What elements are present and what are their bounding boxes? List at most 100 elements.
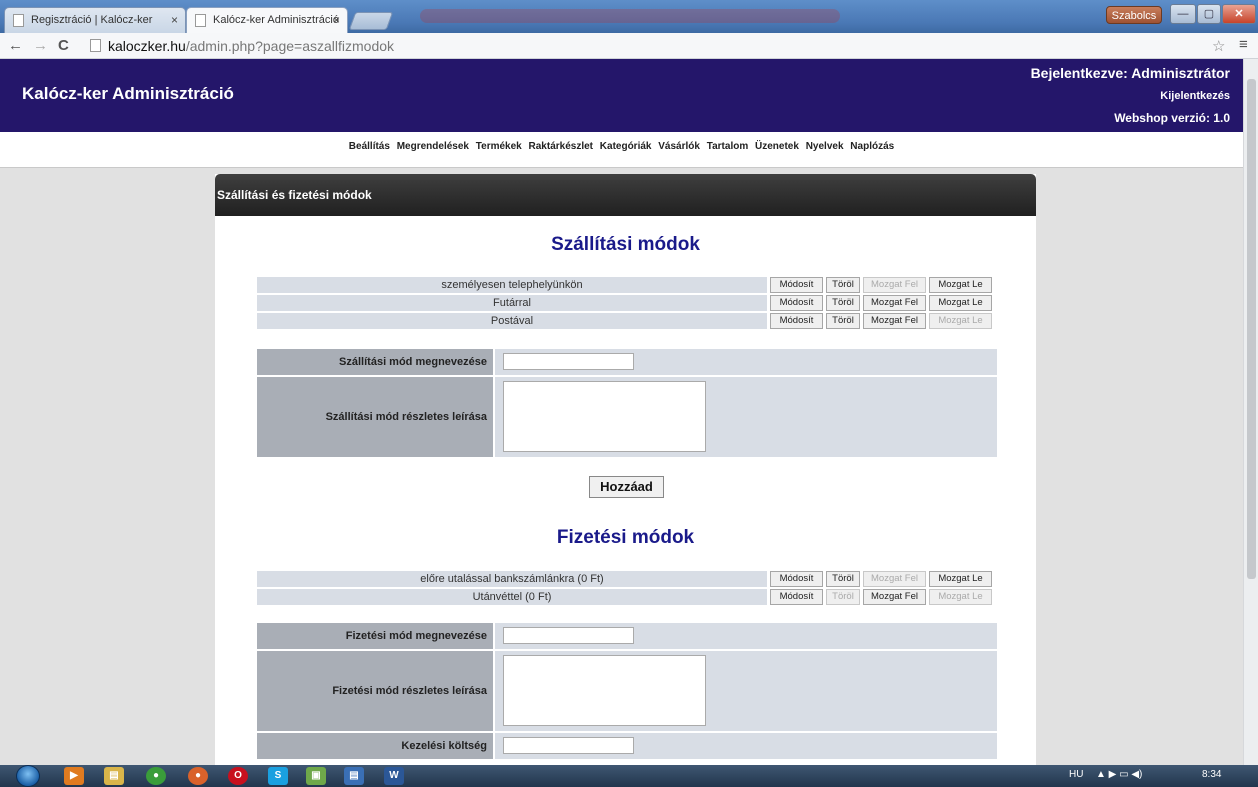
payment-method-name: előre utalással bankszámlánkra (0 Ft) bbox=[257, 571, 767, 587]
payment-fee-row: Kezelési költség bbox=[257, 733, 997, 759]
move-down-button[interactable]: Mozgat Le bbox=[929, 277, 992, 293]
page-icon bbox=[13, 14, 24, 27]
close-icon[interactable]: × bbox=[171, 13, 178, 27]
app-icon[interactable]: ▣ bbox=[306, 767, 326, 785]
add-shipping-button[interactable]: Hozzáad bbox=[589, 476, 664, 498]
tray-icons[interactable]: ▲ ▶ ▭ ◀) bbox=[1096, 769, 1142, 780]
main-nav: Beállítás Megrendelések Termékek Raktárk… bbox=[0, 141, 1243, 152]
nav-item-languages[interactable]: Nyelvek bbox=[806, 141, 844, 152]
bookmark-star-icon[interactable]: ☆ bbox=[1212, 37, 1225, 55]
shipping-form: Szállítási mód megnevezése Szállítási mó… bbox=[257, 349, 997, 457]
skype-icon[interactable]: S bbox=[268, 767, 288, 785]
shipping-desc-textarea[interactable] bbox=[503, 381, 706, 452]
move-up-button[interactable]: Mozgat Fel bbox=[863, 277, 926, 293]
forward-icon[interactable]: → bbox=[33, 37, 48, 54]
address-bar-row: ← → C kaloczker.hu/admin.php?page=aszall… bbox=[0, 33, 1258, 59]
payment-desc-textarea[interactable] bbox=[503, 655, 706, 726]
language-indicator[interactable]: HU bbox=[1069, 769, 1083, 780]
url-path: /admin.php?page=aszallfizmodok bbox=[185, 38, 395, 54]
move-up-button[interactable]: Mozgat Fel bbox=[863, 589, 926, 605]
word-icon[interactable]: W bbox=[384, 767, 404, 785]
firefox-icon[interactable]: ● bbox=[188, 767, 208, 785]
window-title-blurred bbox=[420, 9, 840, 23]
move-down-button[interactable]: Mozgat Le bbox=[929, 295, 992, 311]
shipping-name-row: Szállítási mód megnevezése bbox=[257, 349, 997, 375]
move-down-button[interactable]: Mozgat Le bbox=[929, 313, 992, 329]
reload-icon[interactable]: C bbox=[58, 37, 69, 54]
shipping-method-name: Futárral bbox=[257, 295, 767, 311]
edit-button[interactable]: Módosít bbox=[770, 277, 823, 293]
maximize-button[interactable]: ▢ bbox=[1197, 4, 1221, 24]
nav-item-logging[interactable]: Naplózás bbox=[850, 141, 894, 152]
edit-button[interactable]: Módosít bbox=[770, 313, 823, 329]
tab-admin[interactable]: Kalócz-ker Adminisztráció × bbox=[186, 7, 348, 33]
move-down-button[interactable]: Mozgat Le bbox=[929, 589, 992, 605]
close-window-button[interactable]: ✕ bbox=[1222, 4, 1256, 24]
payment-form: Fizetési mód megnevezése Fizetési mód ré… bbox=[257, 623, 997, 763]
payment-fee-cell bbox=[495, 733, 997, 759]
nav-item-settings[interactable]: Beállítás bbox=[349, 141, 390, 152]
move-up-button[interactable]: Mozgat Fel bbox=[863, 571, 926, 587]
opera-icon[interactable]: O bbox=[228, 767, 248, 785]
payment-fee-input[interactable] bbox=[503, 737, 634, 754]
save-app-icon[interactable]: ▤ bbox=[344, 767, 364, 785]
logout-link[interactable]: Kijelentkezés bbox=[1160, 90, 1230, 102]
nav-item-orders[interactable]: Megrendelések bbox=[397, 141, 469, 152]
tab-registration[interactable]: Regisztráció | Kalócz-ker × bbox=[4, 7, 186, 33]
move-up-button[interactable]: Mozgat Fel bbox=[863, 295, 926, 311]
edit-button[interactable]: Módosít bbox=[770, 295, 823, 311]
close-icon[interactable]: × bbox=[333, 13, 340, 27]
login-status: Bejelentkezve: Adminisztrátor bbox=[1030, 65, 1230, 81]
page-icon bbox=[195, 14, 206, 27]
shipping-row: Postával Módosít Töröl Mozgat Fel Mozgat… bbox=[257, 313, 997, 329]
payment-name-input[interactable] bbox=[503, 627, 634, 644]
shipping-name-input[interactable] bbox=[503, 353, 634, 370]
nav-item-messages[interactable]: Üzenetek bbox=[755, 141, 799, 152]
nav-item-stock[interactable]: Raktárkészlet bbox=[529, 141, 593, 152]
move-up-button[interactable]: Mozgat Fel bbox=[863, 313, 926, 329]
new-tab-button[interactable] bbox=[348, 12, 394, 30]
shipping-desc-cell bbox=[495, 377, 997, 457]
payment-desc-label: Fizetési mód részletes leírása bbox=[257, 651, 493, 731]
delete-button[interactable]: Töröl bbox=[826, 589, 860, 605]
delete-button[interactable]: Töröl bbox=[826, 313, 860, 329]
shipping-name-label: Szállítási mód megnevezése bbox=[257, 349, 493, 375]
clock[interactable]: 8:34 bbox=[1202, 769, 1221, 780]
nav-item-categories[interactable]: Kategóriák bbox=[600, 141, 652, 152]
edit-button[interactable]: Módosít bbox=[770, 589, 823, 605]
shipping-desc-label: Szállítási mód részletes leírása bbox=[257, 377, 493, 457]
shipping-method-name: személyesen telephelyünkön bbox=[257, 277, 767, 293]
delete-button[interactable]: Töröl bbox=[826, 277, 860, 293]
move-down-button[interactable]: Mozgat Le bbox=[929, 571, 992, 587]
site-title: Kalócz-ker Adminisztráció bbox=[22, 84, 234, 103]
url-host: kaloczker.hu bbox=[108, 38, 186, 54]
menu-icon[interactable]: ≡ bbox=[1239, 36, 1248, 53]
windows-taskbar: ▶ ▤ ● ● O S ▣ ▤ W HU ▲ ▶ ▭ ◀) 8:34 bbox=[0, 765, 1258, 787]
nav-item-products[interactable]: Termékek bbox=[476, 141, 522, 152]
page-icon bbox=[90, 39, 101, 52]
page-scrollbar[interactable] bbox=[1243, 59, 1258, 765]
delete-button[interactable]: Töröl bbox=[826, 295, 860, 311]
browser-tabbar: Regisztráció | Kalócz-ker × Kalócz-ker A… bbox=[0, 0, 1258, 33]
chrome-icon[interactable]: ● bbox=[146, 767, 166, 785]
back-icon[interactable]: ← bbox=[8, 37, 23, 54]
methods-panel: Szállítási és fizetési módok Szállítási … bbox=[215, 174, 1036, 765]
delete-button[interactable]: Töröl bbox=[826, 571, 860, 587]
edit-button[interactable]: Módosít bbox=[770, 571, 823, 587]
site-header: Kalócz-ker Adminisztráció Bejelentkezve:… bbox=[0, 59, 1243, 132]
media-player-icon[interactable]: ▶ bbox=[64, 767, 84, 785]
url-input[interactable]: kaloczker.hu/admin.php?page=aszallfizmod… bbox=[86, 36, 1196, 56]
tab-title: Kalócz-ker Adminisztráció bbox=[213, 14, 339, 26]
nav-item-customers[interactable]: Vásárlók bbox=[658, 141, 700, 152]
profile-button[interactable]: Szabolcs bbox=[1106, 6, 1162, 24]
shipping-row: személyesen telephelyünkön Módosít Töröl… bbox=[257, 277, 997, 293]
payment-row: Utánvéttel (0 Ft) Módosít Töröl Mozgat F… bbox=[257, 589, 997, 605]
payment-name-cell bbox=[495, 623, 997, 649]
start-button[interactable] bbox=[16, 765, 40, 787]
file-explorer-icon[interactable]: ▤ bbox=[104, 767, 124, 785]
shipping-name-cell bbox=[495, 349, 997, 375]
nav-item-content[interactable]: Tartalom bbox=[707, 141, 749, 152]
minimize-button[interactable]: — bbox=[1170, 4, 1196, 24]
tab-title: Regisztráció | Kalócz-ker bbox=[31, 14, 153, 26]
scrollbar-thumb[interactable] bbox=[1247, 79, 1256, 579]
